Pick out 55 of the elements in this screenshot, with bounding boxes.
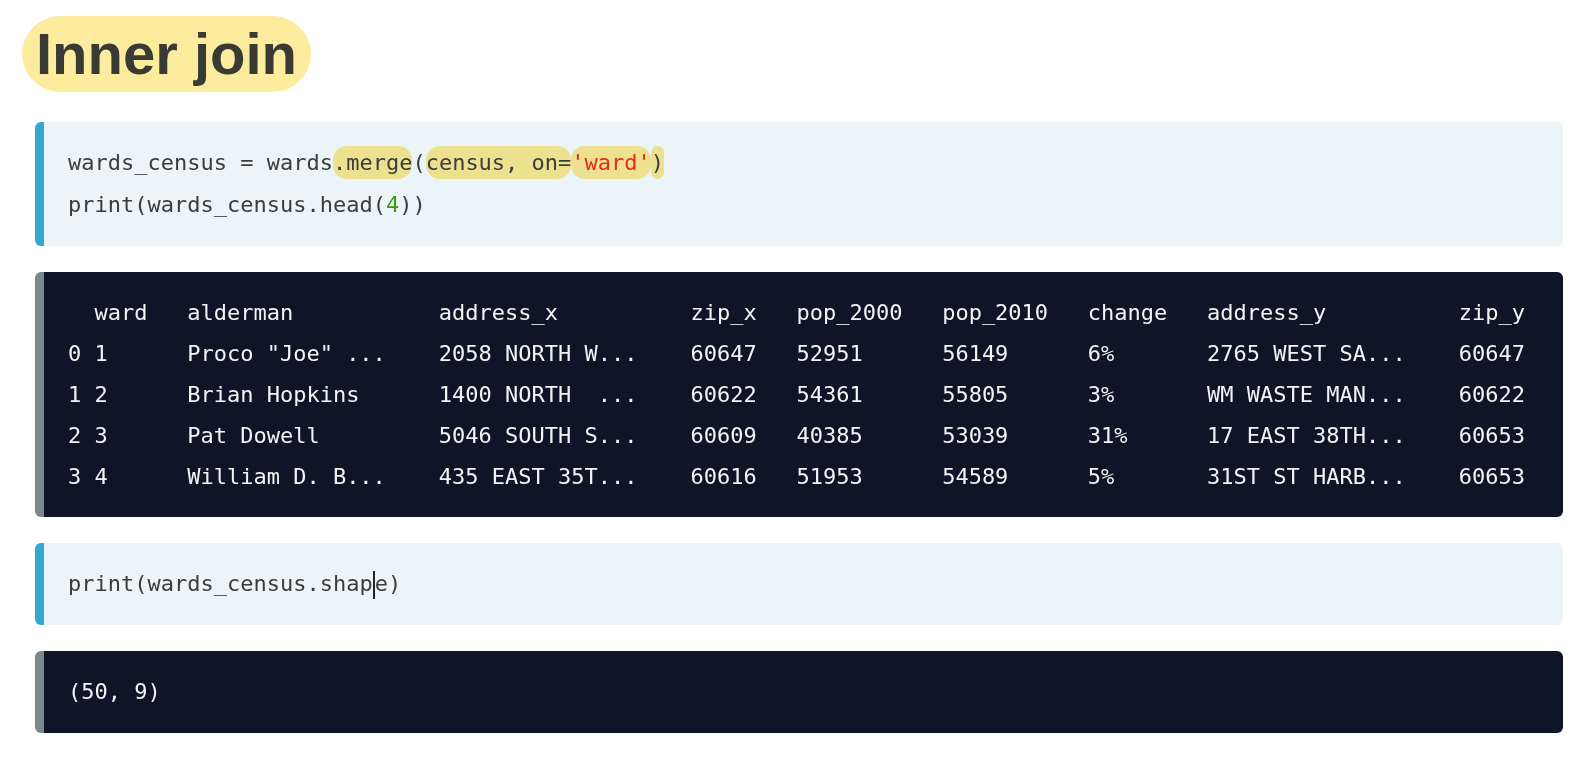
table-cell-text: 1400 NORTH ... (438, 381, 639, 409)
table-cell-text: 60647 (1458, 340, 1526, 368)
table-cell-text: 5046 SOUTH S... (438, 422, 639, 450)
table-cell-text: 60622 (1458, 381, 1526, 409)
table-cell-text: Brian Hopkins (187, 381, 361, 409)
table-cell-text: 60653 (1458, 422, 1526, 450)
table-cell-text: 2765 WEST SA... (1207, 340, 1407, 368)
table-cell-text: 60647 (690, 340, 758, 368)
row-index: 0 (68, 340, 83, 368)
code-line: wards_census = wards.merge(census, on='ward') (68, 142, 1539, 184)
column-header: alderman (187, 299, 295, 327)
column-header: address_y (1207, 299, 1328, 327)
table-cell-text: 2058 NORTH W... (438, 340, 639, 368)
code-line: print(wards_census.head(4)) (68, 191, 427, 219)
column-header: change (1087, 299, 1169, 327)
table-cell-text: 60622 (690, 381, 758, 409)
table-cell-text: 56149 (942, 340, 1010, 368)
table-cell-text: Pat Dowell (187, 422, 321, 450)
table-cell-text: 60609 (690, 422, 758, 450)
table-cell-text: 2 (94, 381, 109, 409)
table-cell-text: 31% (1087, 422, 1129, 450)
row-index: 3 (68, 463, 83, 491)
table-cell-text: William D. B... (187, 463, 387, 491)
table-cell-text: 54361 (796, 381, 864, 409)
code-line: print(wards_census.shape) (68, 563, 1539, 605)
column-header: pop_2000 (796, 299, 904, 327)
table-cell-text: 40385 (796, 422, 864, 450)
column-header: pop_2010 (942, 299, 1050, 327)
table-cell-text: WM WASTE MAN... (1207, 381, 1407, 409)
table-cell-text: 6% (1087, 340, 1116, 368)
table-cell-text: 3% (1087, 381, 1116, 409)
table-cell-text: 53039 (942, 422, 1010, 450)
column-header: ward (94, 299, 149, 327)
table-cell-text: 31ST ST HARB... (1207, 463, 1407, 491)
table-cell-text: 5% (1087, 463, 1116, 491)
table-cell-text: Proco "Joe" ... (187, 340, 387, 368)
table-cell-text: 4 (94, 463, 109, 491)
table-cell-text: 3 (94, 422, 109, 450)
row-index: 1 (68, 381, 83, 409)
table-cell-text: 17 EAST 38TH... (1207, 422, 1407, 450)
table-cell-text: 60616 (690, 463, 758, 491)
table-cell-text: 435 EAST 35T... (438, 463, 639, 491)
slide-title: Inner join (22, 16, 311, 92)
text-cursor (372, 571, 375, 599)
column-header: zip_x (690, 299, 758, 327)
table-cell-text: 1 (94, 340, 109, 368)
column-header: zip_y (1458, 299, 1526, 327)
table-cell-text: 60653 (1458, 463, 1526, 491)
row-index: 2 (68, 422, 83, 450)
column-header: address_x (438, 299, 560, 327)
table-cell-text: 54589 (942, 463, 1010, 491)
table-cell-text: 52951 (796, 340, 864, 368)
table-cell-text: 51953 (796, 463, 864, 491)
table-cell-text: 55805 (942, 381, 1010, 409)
output-line: (50, 9) (68, 678, 162, 706)
